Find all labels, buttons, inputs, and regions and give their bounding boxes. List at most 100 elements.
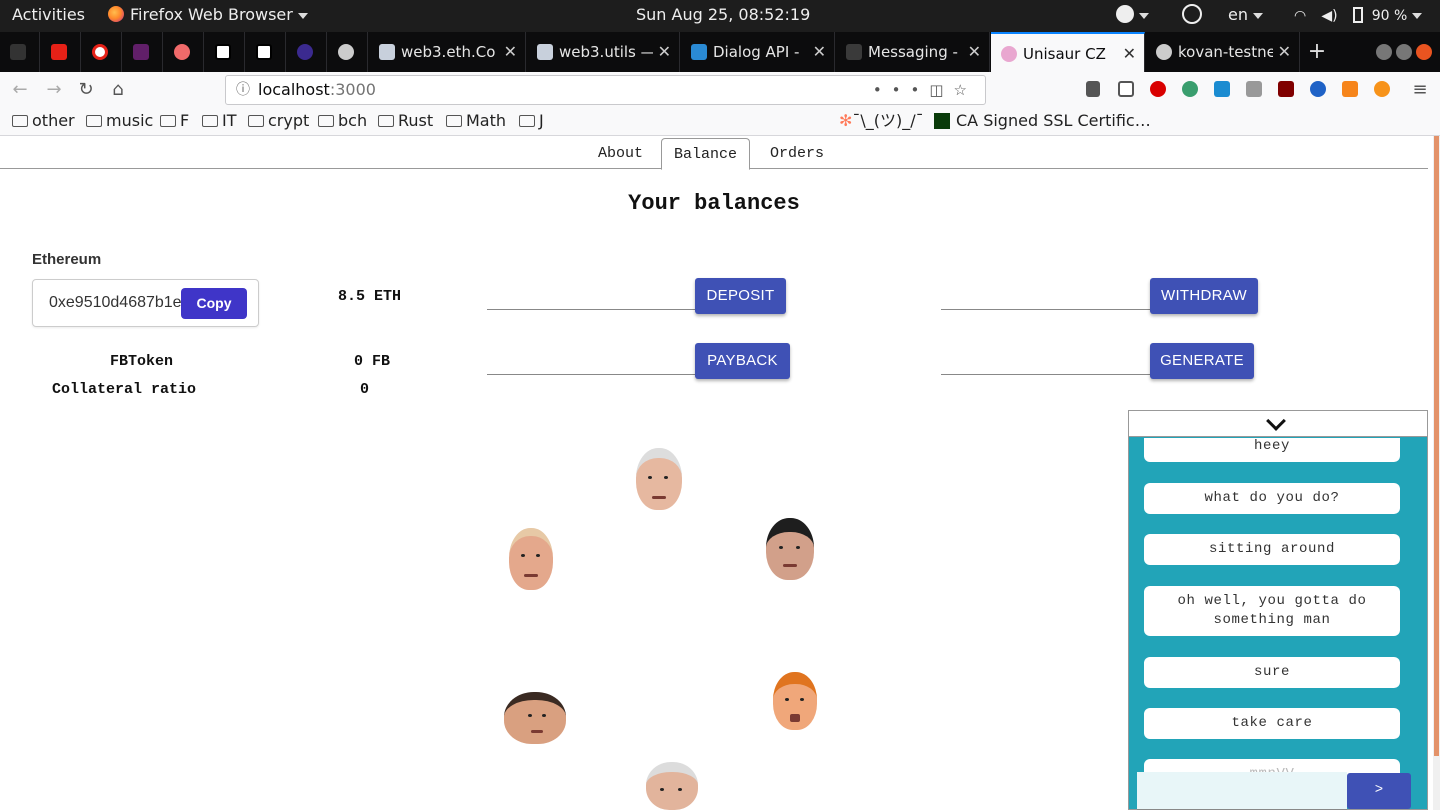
deposit-button[interactable]: DEPOSIT [695, 278, 786, 314]
collateral-value: 0 [360, 381, 370, 398]
page-scrollbar[interactable] [1433, 136, 1440, 810]
pinned-tab[interactable] [164, 32, 204, 72]
bookmark-shrug[interactable]: ✻¯\_(ツ)_/¯ [839, 108, 924, 136]
deposit-amount-input[interactable] [487, 309, 695, 310]
pinned-tab[interactable] [328, 32, 368, 72]
extension-icon[interactable] [1182, 81, 1198, 97]
chat-message: oh well, you gotta do something man [1144, 586, 1400, 636]
battery-icon [1352, 7, 1363, 23]
payback-amount-input[interactable] [487, 374, 695, 375]
github-icon [338, 44, 354, 60]
bookmark-folder[interactable]: music [86, 108, 153, 136]
bookmark-label: ¯\_(ツ)_/¯ [852, 111, 924, 130]
close-icon[interactable]: ✕ [813, 32, 826, 72]
ublock-icon[interactable] [1278, 81, 1294, 97]
browser-tab[interactable]: web3.eth.Co ✕ [369, 32, 526, 72]
close-icon[interactable]: ✕ [1278, 32, 1291, 72]
address-field[interactable]: 0xe9510d4687b1e Copy [32, 279, 259, 327]
close-icon[interactable]: ✕ [658, 32, 671, 72]
clock[interactable]: Sun Aug 25, 08:52:19 [636, 0, 810, 32]
pinned-tab[interactable] [0, 32, 40, 72]
withdraw-amount-input[interactable] [941, 309, 1150, 310]
system-menu[interactable]: ◠ ◀) 90 % [1294, 0, 1423, 32]
bookmark-label: J [539, 111, 544, 130]
bookmark-label: Math [466, 111, 507, 130]
tab-about[interactable]: About [586, 138, 655, 170]
info-icon[interactable]: ⓘ [236, 76, 250, 104]
app-menu[interactable]: Firefox Web Browser [108, 0, 308, 32]
s-extension-icon[interactable] [1214, 81, 1230, 97]
pinned-tab[interactable] [246, 32, 286, 72]
activities-button[interactable]: Activities [12, 0, 85, 32]
sidebar-icon[interactable] [1118, 81, 1134, 97]
payback-button[interactable]: PAYBACK [695, 343, 790, 379]
browser-tab[interactable]: web3.utils — ✕ [527, 32, 680, 72]
forward-button[interactable]: → [42, 78, 66, 102]
chat-input[interactable] [1137, 772, 1347, 810]
opera-vpn-icon[interactable] [1150, 81, 1166, 97]
browser-tab-active[interactable]: Unisaur CZ ✕ [991, 32, 1145, 72]
chat-send-button[interactable]: > [1347, 773, 1411, 809]
pinned-tab[interactable] [287, 32, 327, 72]
bookmark-folder[interactable]: Math [446, 108, 506, 136]
new-tab-button[interactable]: + [1302, 32, 1332, 72]
home-button[interactable]: ⌂ [106, 78, 130, 102]
chat-messages[interactable]: heey what do you do? sitting around oh w… [1129, 438, 1427, 778]
pinned-tab[interactable] [41, 32, 81, 72]
bookmark-folder[interactable]: other [12, 108, 75, 136]
bookmark-label: IT [222, 111, 237, 130]
bookmark-folder[interactable]: Rust [378, 108, 433, 136]
pinned-tab[interactable] [205, 32, 245, 72]
metamask-icon[interactable] [1342, 81, 1358, 97]
document-icon [537, 44, 553, 60]
maximize-button[interactable] [1396, 44, 1412, 60]
browser-tab[interactable]: kovan-testne ✕ [1146, 32, 1300, 72]
tab-balance[interactable]: Balance [661, 138, 751, 170]
obs-indicator[interactable] [1182, 0, 1202, 32]
pinned-tab[interactable] [123, 32, 163, 72]
web-page: About Balance Orders Your balances Ether… [0, 136, 1440, 810]
pocket-icon[interactable]: ◫ [929, 81, 953, 99]
bookmark-folder[interactable]: bch [318, 108, 367, 136]
tab-orders[interactable]: Orders [758, 138, 836, 170]
menu-icon[interactable]: ≡ [1408, 78, 1432, 102]
bulb-icon [297, 44, 313, 60]
url-bar[interactable]: ⓘ localhost:3000 •••◫☆ [225, 75, 986, 105]
app-name: Firefox Web Browser [130, 5, 293, 24]
browser-tab[interactable]: Messaging - ✕ [836, 32, 990, 72]
page-actions[interactable]: •••◫☆ [873, 76, 977, 104]
close-icon[interactable]: ✕ [1123, 34, 1136, 72]
generate-button[interactable]: GENERATE [1150, 343, 1254, 379]
scrollbar-thumb[interactable] [1434, 136, 1439, 756]
back-button[interactable]: ← [8, 78, 32, 102]
browser-tab[interactable]: Dialog API - ✕ [681, 32, 835, 72]
folder-icon [12, 115, 28, 127]
minimize-button[interactable] [1376, 44, 1392, 60]
close-icon[interactable]: ✕ [504, 32, 517, 72]
star-icon[interactable]: ☆ [954, 81, 977, 99]
pinned-tab[interactable] [82, 32, 122, 72]
bitcoin-icon[interactable] [1374, 81, 1390, 97]
library-icon[interactable] [1086, 81, 1100, 97]
chevron-down-icon[interactable] [1266, 411, 1286, 431]
bookmark-label: bch [338, 111, 368, 130]
matrix-icon [934, 113, 950, 129]
chat-collapse-bar[interactable] [1129, 411, 1427, 437]
chat-message: sure [1144, 657, 1400, 688]
bookmark-folder[interactable]: IT [202, 108, 237, 136]
bookmark-ssl[interactable]: CA Signed SSL Certific… [934, 108, 1151, 136]
copy-button[interactable]: Copy [181, 288, 247, 319]
reload-button[interactable]: ↻ [74, 78, 98, 102]
bookmark-folder[interactable]: J [519, 108, 544, 136]
withdraw-button[interactable]: WITHDRAW [1150, 278, 1258, 314]
close-icon[interactable]: ✕ [968, 32, 981, 72]
language-menu[interactable]: en [1228, 0, 1263, 32]
bookmark-folder[interactable]: crypt [248, 108, 309, 136]
globe-icon[interactable] [1310, 81, 1326, 97]
close-window-button[interactable] [1416, 44, 1432, 60]
accessibility-menu[interactable] [1116, 0, 1149, 32]
bookmark-folder[interactable]: F [160, 108, 189, 136]
generate-amount-input[interactable] [941, 374, 1150, 375]
unicorn-icon [1001, 46, 1017, 62]
extension-icon[interactable] [1246, 81, 1262, 97]
